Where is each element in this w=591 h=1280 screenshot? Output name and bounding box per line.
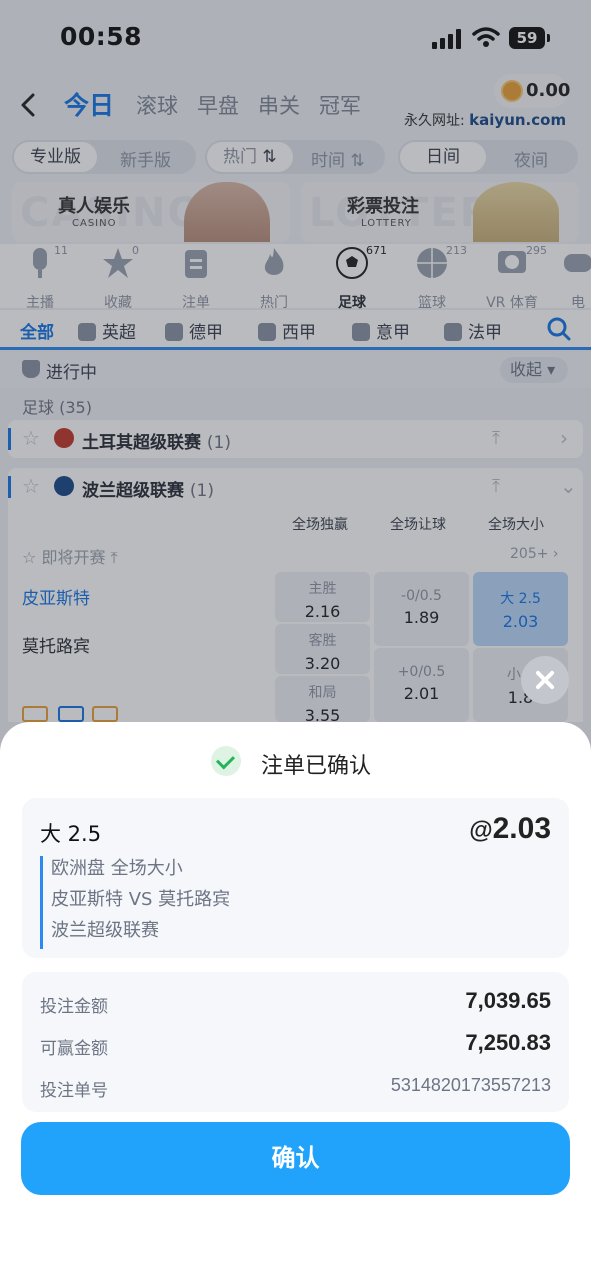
sheet-title: 注单已确认 — [261, 754, 372, 779]
bet-match: 皮亚斯特 VS 莫托路宾 — [51, 889, 231, 910]
bet-confirmation-sheet: 注单已确认 大 2.5 @2.03 欧洲盘 全场大小 皮亚斯特 VS 莫托路宾 … — [0, 722, 591, 1280]
close-icon[interactable] — [521, 656, 569, 704]
stake-row: 投注金额 7,039.65 — [40, 988, 551, 1017]
bet-market: 欧洲盘 全场大小 — [51, 858, 183, 879]
win-amount: 7,250.83 — [465, 1030, 551, 1055]
bet-pick: 大 2.5 — [40, 822, 102, 846]
bet-league: 波兰超级联赛 — [51, 920, 159, 941]
check-circle-icon — [211, 746, 241, 776]
bet-id-row: 投注单号 5314820173557213 — [40, 1075, 551, 1101]
win-row: 可赢金额 7,250.83 — [40, 1030, 551, 1059]
bet-odds: @2.03 — [469, 812, 551, 845]
bet-details: 欧洲盘 全场大小 皮亚斯特 VS 莫托路宾 波兰超级联赛 — [40, 856, 230, 949]
confirm-button[interactable]: 确认 — [21, 1122, 570, 1195]
bet-amount-card: 投注金额 7,039.65 可赢金额 7,250.83 投注单号 5314820… — [22, 972, 569, 1112]
bet-summary-card: 大 2.5 @2.03 欧洲盘 全场大小 皮亚斯特 VS 莫托路宾 波兰超级联赛 — [22, 798, 569, 958]
stake-amount: 7,039.65 — [465, 988, 551, 1013]
bet-id: 5314820173557213 — [390, 1075, 551, 1095]
